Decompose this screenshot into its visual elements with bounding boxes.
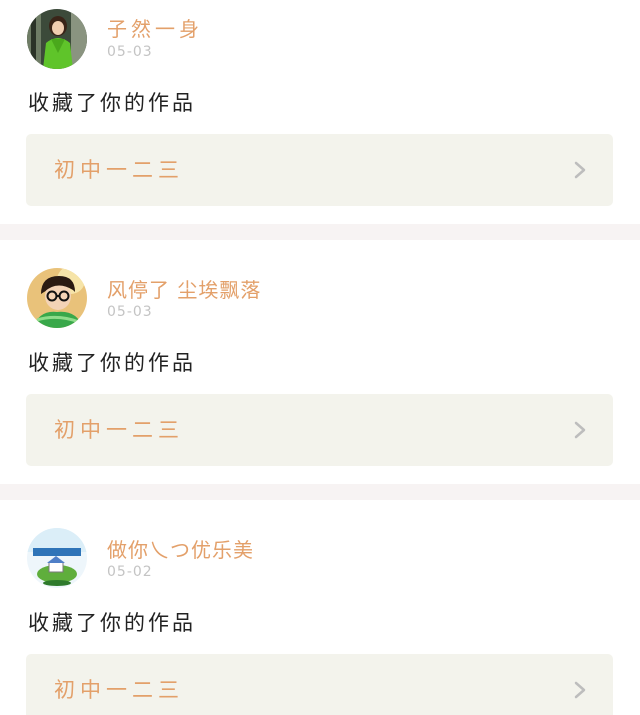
user-avatar[interactable] bbox=[27, 268, 87, 328]
username[interactable]: 做你乀つ优乐美 bbox=[107, 534, 254, 563]
avatar-boy-glasses-icon bbox=[27, 268, 87, 328]
post-date: 05-03 bbox=[107, 304, 153, 320]
post-date: 05-03 bbox=[107, 44, 153, 60]
post-date: 05-02 bbox=[107, 564, 153, 580]
user-avatar[interactable] bbox=[27, 528, 87, 588]
action-text: 收藏了你的作品 bbox=[28, 611, 196, 635]
feed-divider bbox=[0, 224, 640, 240]
work-link-card[interactable]: 初中一二三 bbox=[26, 654, 613, 715]
feed-item: 做你乀つ优乐美 05-02 收藏了你的作品 初中一二三 bbox=[0, 500, 640, 715]
feed-item: 风停了 尘埃飘落 05-03 收藏了你的作品 初中一二三 bbox=[0, 240, 640, 484]
user-avatar[interactable] bbox=[27, 9, 87, 69]
avatar-green-coat-girl-icon bbox=[27, 9, 87, 69]
work-title: 初中一二三 bbox=[54, 418, 184, 442]
action-text: 收藏了你的作品 bbox=[28, 351, 196, 375]
action-text: 收藏了你的作品 bbox=[28, 91, 196, 115]
feed-divider bbox=[0, 484, 640, 500]
work-link-card[interactable]: 初中一二三 bbox=[26, 134, 613, 206]
feed-item: 子然一身 05-03 收藏了你的作品 初中一二三 bbox=[0, 0, 640, 224]
username[interactable]: 风停了 尘埃飘落 bbox=[107, 274, 261, 303]
work-title: 初中一二三 bbox=[54, 158, 184, 182]
chevron-right-icon bbox=[574, 421, 586, 439]
work-title: 初中一二三 bbox=[54, 678, 184, 702]
chevron-right-icon bbox=[574, 161, 586, 179]
avatar-globe-house-icon bbox=[27, 528, 87, 588]
username[interactable]: 子然一身 bbox=[107, 13, 203, 42]
work-link-card[interactable]: 初中一二三 bbox=[26, 394, 613, 466]
chevron-right-icon bbox=[574, 681, 586, 699]
activity-feed: 子然一身 05-03 收藏了你的作品 初中一二三 风停了 尘埃飘落 05-03 … bbox=[0, 0, 640, 715]
